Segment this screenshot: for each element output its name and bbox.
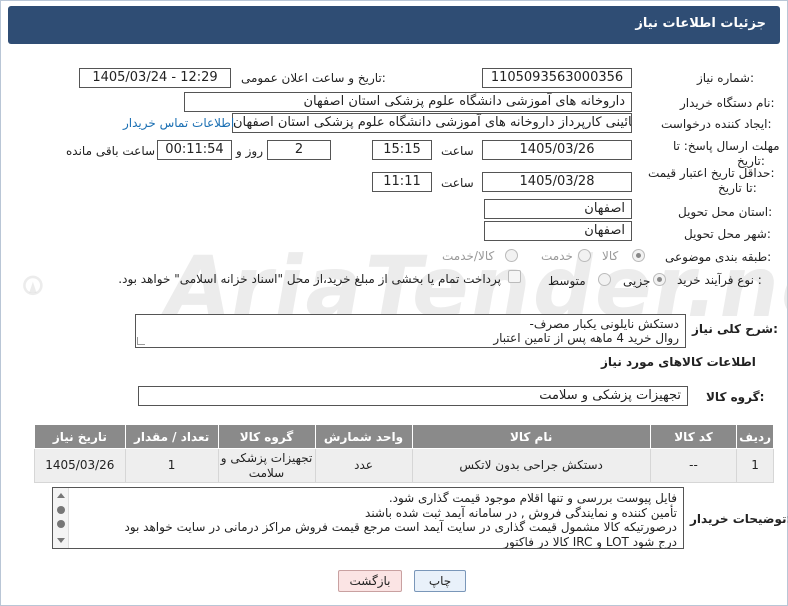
description-line-1: دستکش نایلونی یکبار مصرف- [529,317,679,331]
buyer-contact-link[interactable]: اطلاعات تماس خریدار [123,116,234,130]
cell-item-name: دستکش جراحی بدون لاتکس [411,448,651,483]
price-validity-date-field: 1405/03/28 [482,172,632,192]
treasury-payment-note: پرداخت تمام یا بخشی از مبلغ خرید،از محل … [118,272,501,286]
col-header-row-number: ردیف [736,424,774,449]
buyer-note-line-2: تأمین کننده و نمایندگی فروش , در سامانه … [365,505,677,520]
category-option-goods-service: کالا/خدمت [442,249,495,263]
buyer-notes-scrollbar[interactable] [53,488,69,548]
description-field: دستکش نایلونی یکبار مصرف- روال خرید 4 ما… [135,314,686,348]
scroll-thumb-icon[interactable] [57,506,65,514]
price-validity-label-line1: حداقل تاریخ اعتبار قیمت: [648,166,775,180]
table-row: 1 -- دستکش جراحی بدون لاتکس عدد تجهیزات … [34,448,774,483]
col-header-item-name: نام کالا [411,424,651,449]
col-header-item-code: کد کالا [649,424,738,449]
need-number-label: شماره نیاز: [697,71,755,85]
category-option-service: خدمت [541,249,573,263]
items-table-header-row: ردیف کد کالا نام کالا واحد شمارش گروه کا… [34,424,774,449]
category-option-goods: کالا [602,249,619,263]
delivery-province-label: استان محل تحویل: [678,205,773,219]
buyer-note-line-1: فایل پیوست بررسی و تنها اقلام موجود قیمت… [388,491,677,505]
scroll-up-icon[interactable] [57,493,65,498]
col-header-quantity: تعداد / مقدار [124,424,219,449]
header-bar: جزئیات اطلاعات نیاز [8,6,780,44]
need-number-field: 1105093563000356 [482,68,632,88]
cell-row-number: 1 [736,448,774,483]
buyer-note-line-4: درج شود LOT و IRC کالا در فاکتور [503,534,677,549]
cell-unit: عدد [314,448,413,483]
reply-deadline-days-label: روز و [236,144,263,158]
process-option-minor: جزیی [623,274,651,288]
process-radio-medium[interactable] [598,273,611,286]
process-radio-minor[interactable] [653,273,666,286]
process-option-medium: متوسط [548,274,586,288]
announce-datetime-label: تاریخ و ساعت اعلان عمومی: [241,71,386,85]
description-label: شرح کلی نیاز: [692,322,778,336]
goods-section-title: اطلاعات کالاهای مورد نیاز [601,355,756,369]
buyer-org-label: نام دستگاه خریدار: [680,96,775,110]
buyer-org-field: داروخانه های آموزشی دانشگاه علوم پزشکی ا… [184,92,632,112]
goods-group-field: تجهیزات پزشکی و سلامت [138,386,688,406]
back-button[interactable]: بازگشت [338,570,402,592]
category-radio-service[interactable] [578,249,591,262]
reply-deadline-label-line1: مهلت ارسال پاسخ: تا [673,139,780,153]
col-header-unit: واحد شمارش [314,424,413,449]
treasury-payment-checkbox[interactable] [508,270,521,283]
scroll-track-icon [57,520,65,528]
purchase-process-label: نوع فرآیند خرید : [677,273,762,287]
items-table: ردیف کد کالا نام کالا واحد شمارش گروه کا… [34,424,774,483]
cell-need-date: 1405/03/26 [34,448,126,483]
print-button[interactable]: چاپ [414,570,466,592]
reply-deadline-date-field: 1405/03/26 [482,140,632,160]
cell-quantity: 1 [124,448,219,483]
scroll-down-icon[interactable] [57,538,65,543]
cell-goods-group: تجهیزات پزشکی و سلامت [217,448,316,483]
reply-deadline-time-label: ساعت [441,144,474,158]
col-header-need-date: تاریخ نیاز [34,424,126,449]
delivery-city-field: اصفهان [484,221,632,241]
reply-deadline-days-field: 2 [267,140,331,160]
reply-deadline-time-field: 15:15 [372,140,432,160]
buyer-notes-field: فایل پیوست بررسی و تنها اقلام موجود قیمت… [52,487,684,549]
delivery-province-field: اصفهان [484,199,632,219]
description-resize-grip[interactable] [137,337,145,345]
goods-group-label: گروه کالا: [706,390,765,404]
requester-label: ایجاد کننده درخواست: [661,117,772,131]
requester-field: رضا طیبی نائینی کارپرداز داروخانه های آم… [232,113,632,133]
description-line-2: روال خرید 4 ماهه پس از تامین اعتبار [493,331,679,345]
page-title: جزئیات اطلاعات نیاز [635,16,766,31]
buyer-notes-label: توضیحات خریدار: [690,512,788,526]
price-validity-label-line2: تا تاریخ: [718,181,757,195]
category-radio-goods[interactable] [632,249,645,262]
reply-deadline-remaining-field: 00:11:54 [157,140,232,160]
col-header-goods-group: گروه کالا [217,424,316,449]
cell-item-code: -- [649,448,738,483]
category-radio-goods-service[interactable] [505,249,518,262]
delivery-city-label: شهر محل تحویل: [684,227,771,241]
price-validity-time-label: ساعت [441,176,474,190]
reply-deadline-remaining-label: ساعت باقی مانده [66,144,156,158]
announce-datetime-field: 1405/03/24 - 12:29 [79,68,231,88]
category-label: طبقه بندی موضوعی: [665,250,772,264]
price-validity-time-field: 11:11 [372,172,432,192]
buyer-note-line-3: درصورتیکه کالا مشمول قیمت گذاری در سایت … [124,520,677,534]
